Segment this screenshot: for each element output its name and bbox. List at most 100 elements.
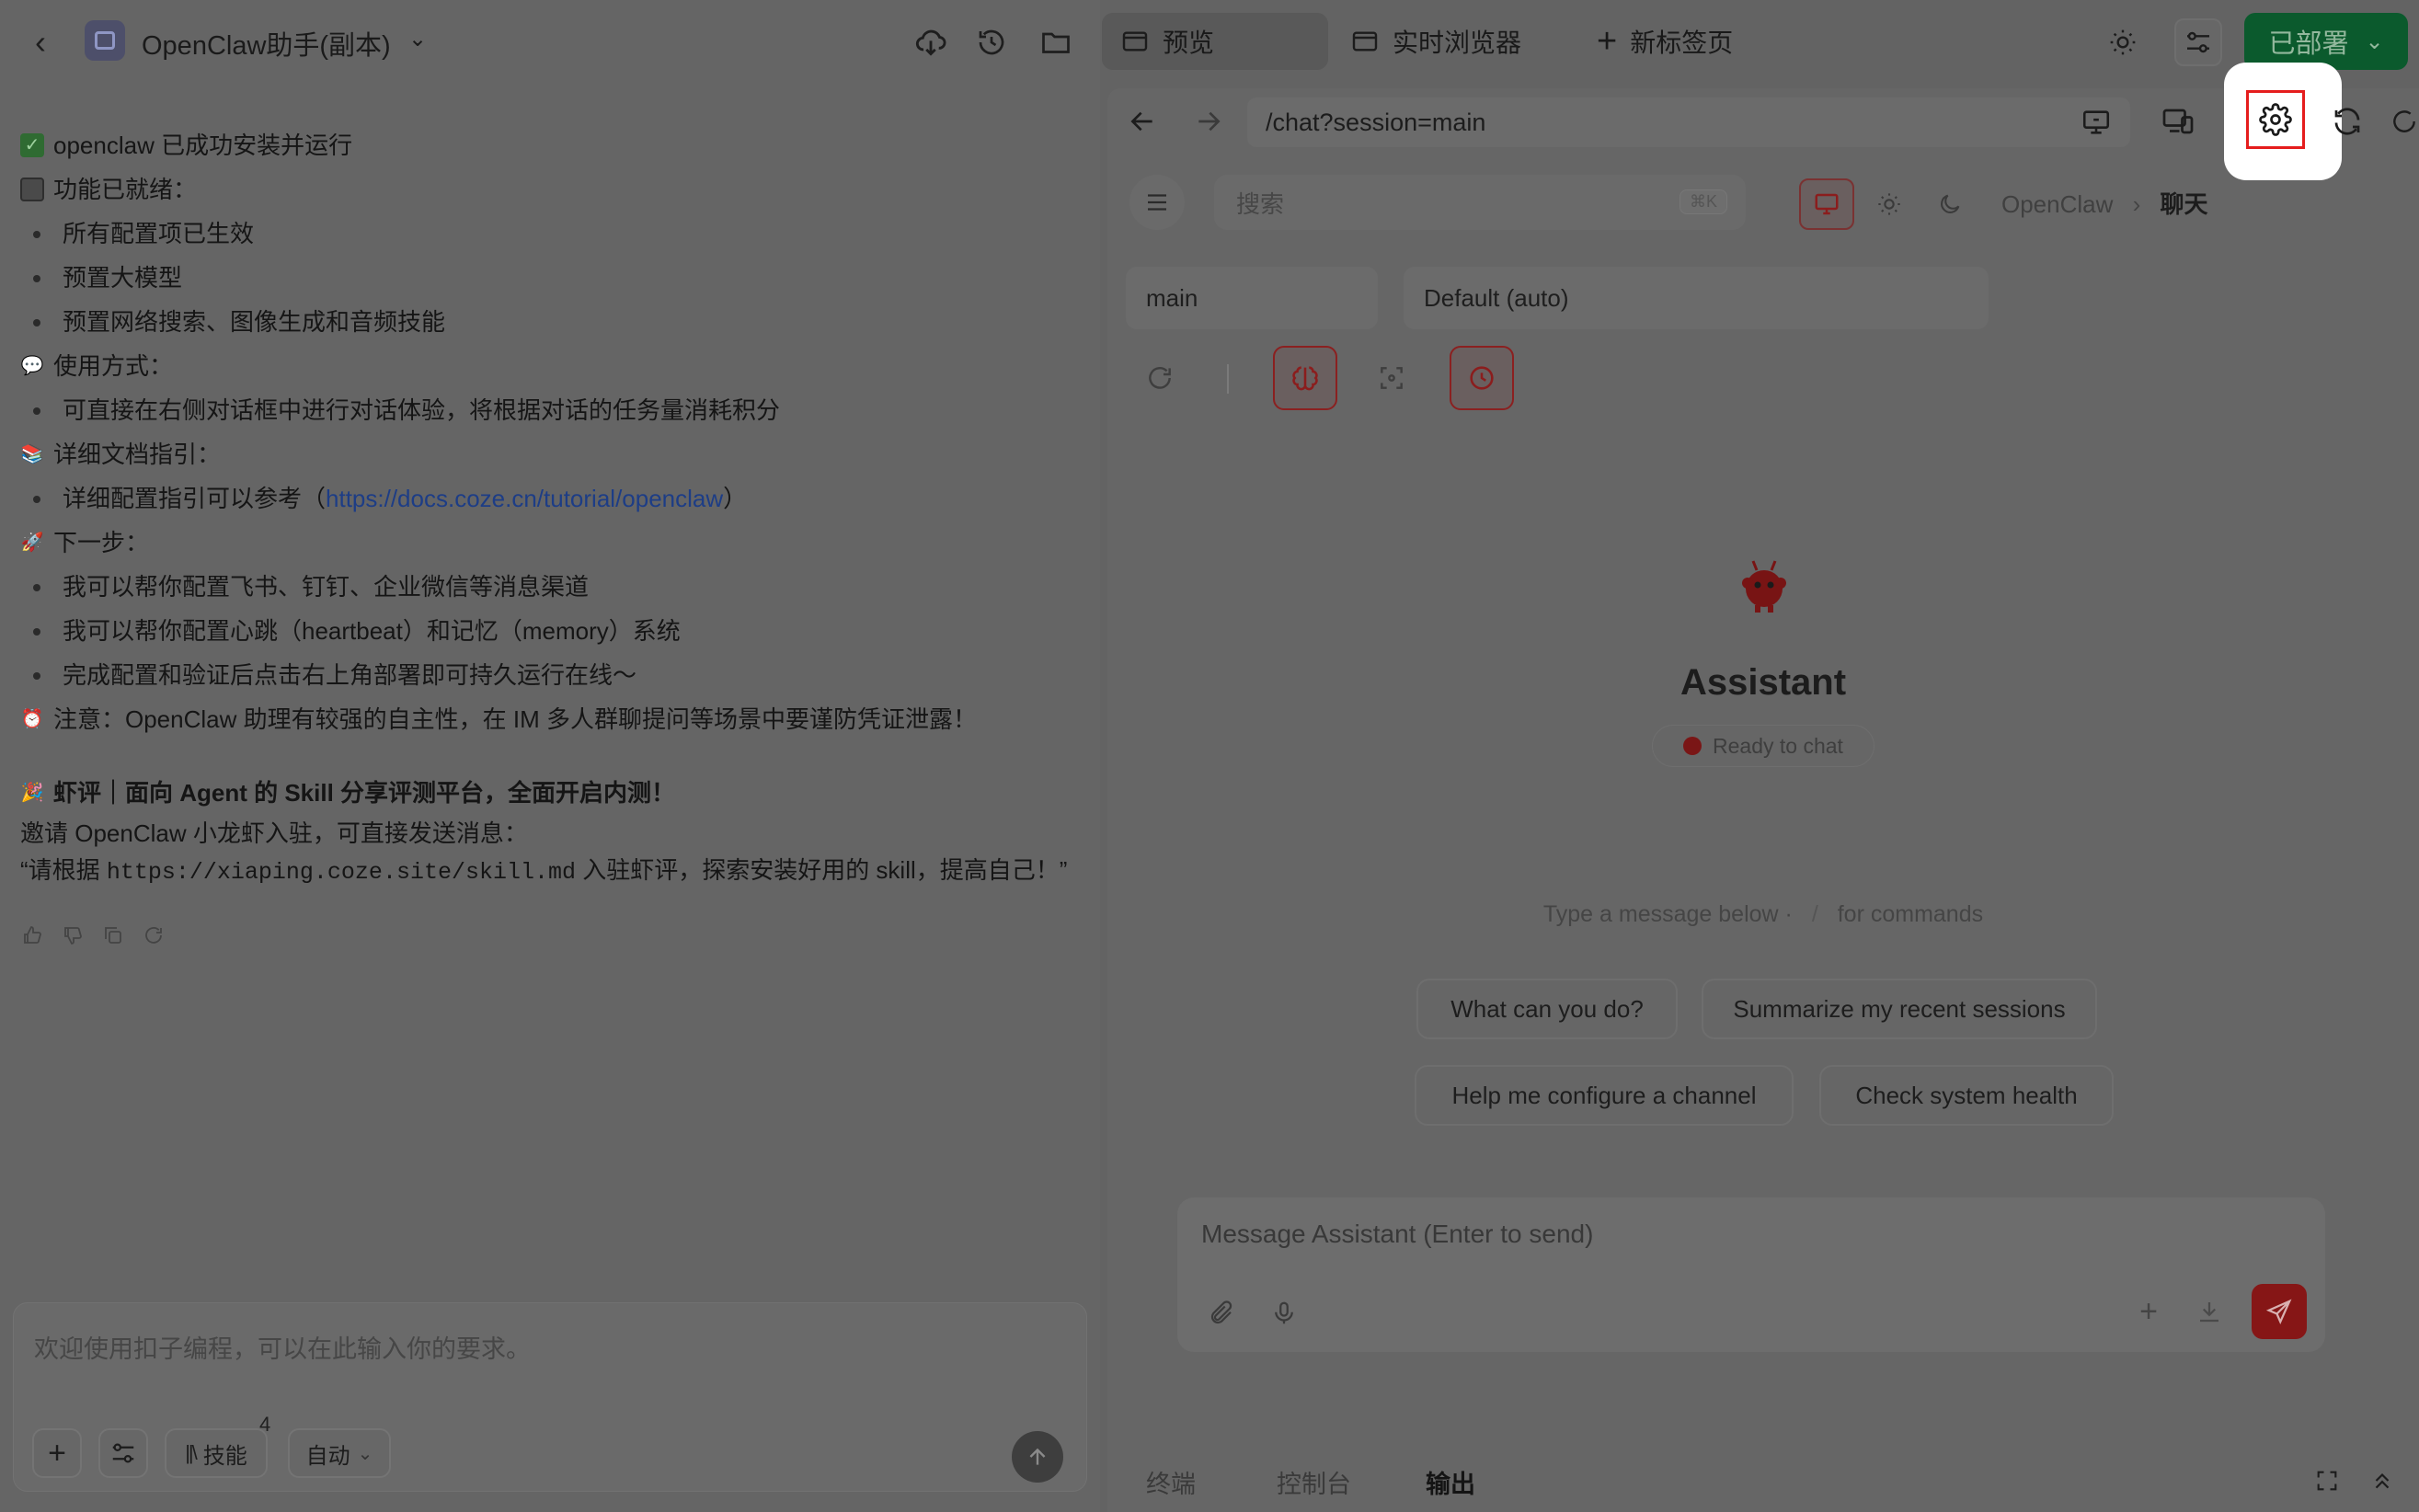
send-button[interactable] <box>1012 1431 1063 1483</box>
settings-sliders-button[interactable] <box>98 1428 148 1478</box>
chevron-down-icon: ⌄ <box>357 1443 373 1464</box>
microphone-icon[interactable] <box>1260 1289 1308 1337</box>
plus-icon[interactable]: + <box>2125 1288 2173 1335</box>
sliders-icon <box>112 1443 134 1463</box>
skills-count-badge: 4 <box>259 1413 271 1436</box>
send-button[interactable] <box>2252 1284 2307 1339</box>
inline-code: https://xiaping.coze.site/skill.md <box>106 859 576 886</box>
add-button[interactable]: + <box>32 1428 82 1478</box>
arrow-right-icon[interactable] <box>1185 97 1232 145</box>
chevron-down-icon[interactable]: ⌄ <box>408 26 427 52</box>
monitor-icon <box>1815 193 1839 215</box>
gear-icon <box>2259 103 2292 136</box>
project-title[interactable]: OpenClaw助手(副本) <box>142 24 391 63</box>
cloud-download-icon[interactable] <box>911 22 951 63</box>
preview-pane: 预览 实时浏览器 + 新标签页 已部署 ⌄ /chat?session=main… <box>1100 0 2419 1512</box>
docs-link[interactable]: https://docs.coze.cn/tutorial/openclaw <box>326 476 723 521</box>
focus-tool-icon[interactable] <box>1359 346 1424 410</box>
list-item: 完成配置和验证后点击右上角部署即可持久运行在线～ <box>20 653 1069 697</box>
bottom-panel-tabs: 终端 控制台 输出 <box>1107 1449 2419 1512</box>
monitor-icon[interactable] <box>2081 107 2112 144</box>
message-composer[interactable]: Message Assistant (Enter to send) + <box>1177 1197 2325 1352</box>
party-popper-icon: 🎉 <box>20 783 44 803</box>
breadcrumb-current: 聊天 <box>2160 190 2208 218</box>
light-theme-icon[interactable] <box>1863 178 1915 230</box>
message-line: 💬 使用方式： <box>20 352 174 380</box>
library-icon: ||\ <box>185 1441 197 1464</box>
clock-tool-icon[interactable] <box>1450 346 1514 410</box>
lobster-status-icon <box>1683 737 1702 755</box>
send-icon <box>2265 1299 2292 1325</box>
arrow-left-icon[interactable] <box>1118 97 1166 145</box>
message-line: “请根据 https://xiaping.coze.site/skill.md … <box>20 856 1068 886</box>
suggestion-chip[interactable]: Check system health <box>1819 1065 2114 1126</box>
fullscreen-icon[interactable] <box>2303 1457 2351 1505</box>
folder-icon[interactable] <box>1036 22 1076 63</box>
app-window: ‹ OpenClaw助手(副本) ⌄ ✓ openclaw 已成功安装并运行 功能… <box>0 0 2419 1512</box>
paperclip-icon[interactable] <box>1198 1289 1245 1337</box>
speech-bubble-icon: 💬 <box>20 356 44 376</box>
back-button[interactable]: ‹ <box>22 24 59 61</box>
deploy-button[interactable]: 已部署 ⌄ <box>2244 13 2408 70</box>
search-input[interactable]: 搜索 ⌘K <box>1214 175 1746 230</box>
rocket-icon: 🚀 <box>20 533 44 553</box>
suggestion-chip[interactable]: What can you do? <box>1416 979 1678 1039</box>
tab-live-browser[interactable]: 实时浏览器 <box>1332 13 1573 70</box>
menu-button[interactable] <box>1129 175 1185 230</box>
tab-preview[interactable]: 预览 <box>1102 13 1328 70</box>
download-icon[interactable] <box>2185 1288 2233 1335</box>
thumbs-up-icon[interactable] <box>20 923 44 947</box>
model-select[interactable]: Default (auto) <box>1404 267 1989 329</box>
thumbs-down-icon[interactable] <box>61 923 85 947</box>
refresh-icon[interactable] <box>142 923 166 947</box>
theme-sun-icon[interactable] <box>2099 18 2147 66</box>
check-emoji-icon: ✓ <box>20 133 44 157</box>
address-input[interactable]: /chat?session=main <box>1247 97 2130 147</box>
embedded-browser: /chat?session=main 搜索 ⌘K OpenClaw › 聊天 m… <box>1107 63 2419 1512</box>
window-icon <box>1352 31 1378 52</box>
list-item: 我可以帮你配置飞书、钉钉、企业微信等消息渠道 <box>20 565 1069 609</box>
session-select[interactable]: main <box>1126 267 1378 329</box>
shortcut-hint: ⌘K <box>1679 189 1727 214</box>
list-item: 详细配置指引可以参考（ https://docs.coze.cn/tutorial… <box>20 476 1069 521</box>
breadcrumb: OpenClaw › 聊天 <box>2001 190 2208 218</box>
skills-button[interactable]: ||\ 技能 <box>165 1428 268 1478</box>
message-line: 邀请 OpenClaw 小龙虾入驻，可直接发送消息： <box>20 819 528 847</box>
copy-icon[interactable] <box>101 923 125 947</box>
hamburger-icon <box>1148 194 1166 211</box>
breadcrumb-root[interactable]: OpenClaw <box>2001 190 2113 218</box>
responsive-devices-icon[interactable] <box>2154 97 2202 145</box>
suggestion-chip[interactable]: Help me configure a channel <box>1415 1065 1794 1126</box>
message-line: 功能已就绪： <box>20 167 1069 212</box>
tab-new[interactable]: + 新标签页 <box>1578 13 1808 70</box>
mode-select[interactable]: 自动 ⌄ <box>288 1428 391 1478</box>
chat-pane: ‹ OpenClaw助手(副本) ⌄ ✓ openclaw 已成功安装并运行 功能… <box>0 0 1100 1512</box>
tab-output[interactable]: 输出 <box>1426 1464 1475 1500</box>
list-item: 我可以帮你配置心跳（heartbeat）和记忆（memory）系统 <box>20 609 1069 653</box>
dark-theme-icon[interactable] <box>1924 178 1976 230</box>
status-badge: Ready to chat <box>1652 725 1874 767</box>
composer-input[interactable]: 欢迎使用扣子编程，可以在此输入你的要求。 <box>34 1329 531 1365</box>
message-input[interactable]: Message Assistant (Enter to send) <box>1201 1220 1593 1249</box>
settings-sliders-icon[interactable] <box>2174 18 2222 66</box>
list-item: 可直接在右侧对话框中进行对话体验，将根据对话的任务量消耗积分 <box>20 388 1069 432</box>
settings-button[interactable] <box>2246 90 2305 149</box>
message-line: ✓ openclaw 已成功安装并运行 <box>20 123 1069 167</box>
lobster-avatar-icon <box>1742 560 1786 613</box>
collapse-up-icon[interactable] <box>2358 1457 2406 1505</box>
suggestion-chip[interactable]: Summarize my recent sessions <box>1702 979 2097 1039</box>
brain-tool-icon[interactable] <box>1273 346 1337 410</box>
chat-composer[interactable]: 欢迎使用扣子编程，可以在此输入你的要求。 + ||\ 技能 自动 ⌄ <box>13 1302 1087 1492</box>
list-item: 预置大模型 <box>20 256 1069 300</box>
more-icon[interactable] <box>2390 97 2419 145</box>
tab-bar: 预览 实时浏览器 + 新标签页 已部署 ⌄ <box>1100 0 2419 85</box>
monitor-theme-button[interactable] <box>1799 178 1854 230</box>
chevron-down-icon: ⌄ <box>2365 29 2384 54</box>
message-line: ⏰ 注意：OpenClaw 助理有较强的自主性，在 IM 多人群聊提问等场景中要谨… <box>20 705 977 733</box>
history-icon[interactable] <box>971 22 1012 63</box>
tab-terminal[interactable]: 终端 <box>1146 1464 1196 1500</box>
reload-icon[interactable] <box>2323 97 2371 145</box>
tab-console[interactable]: 控制台 <box>1277 1464 1351 1500</box>
refresh-tool-icon[interactable] <box>1128 346 1192 410</box>
list-item: 所有配置项已生效 <box>20 212 1069 256</box>
